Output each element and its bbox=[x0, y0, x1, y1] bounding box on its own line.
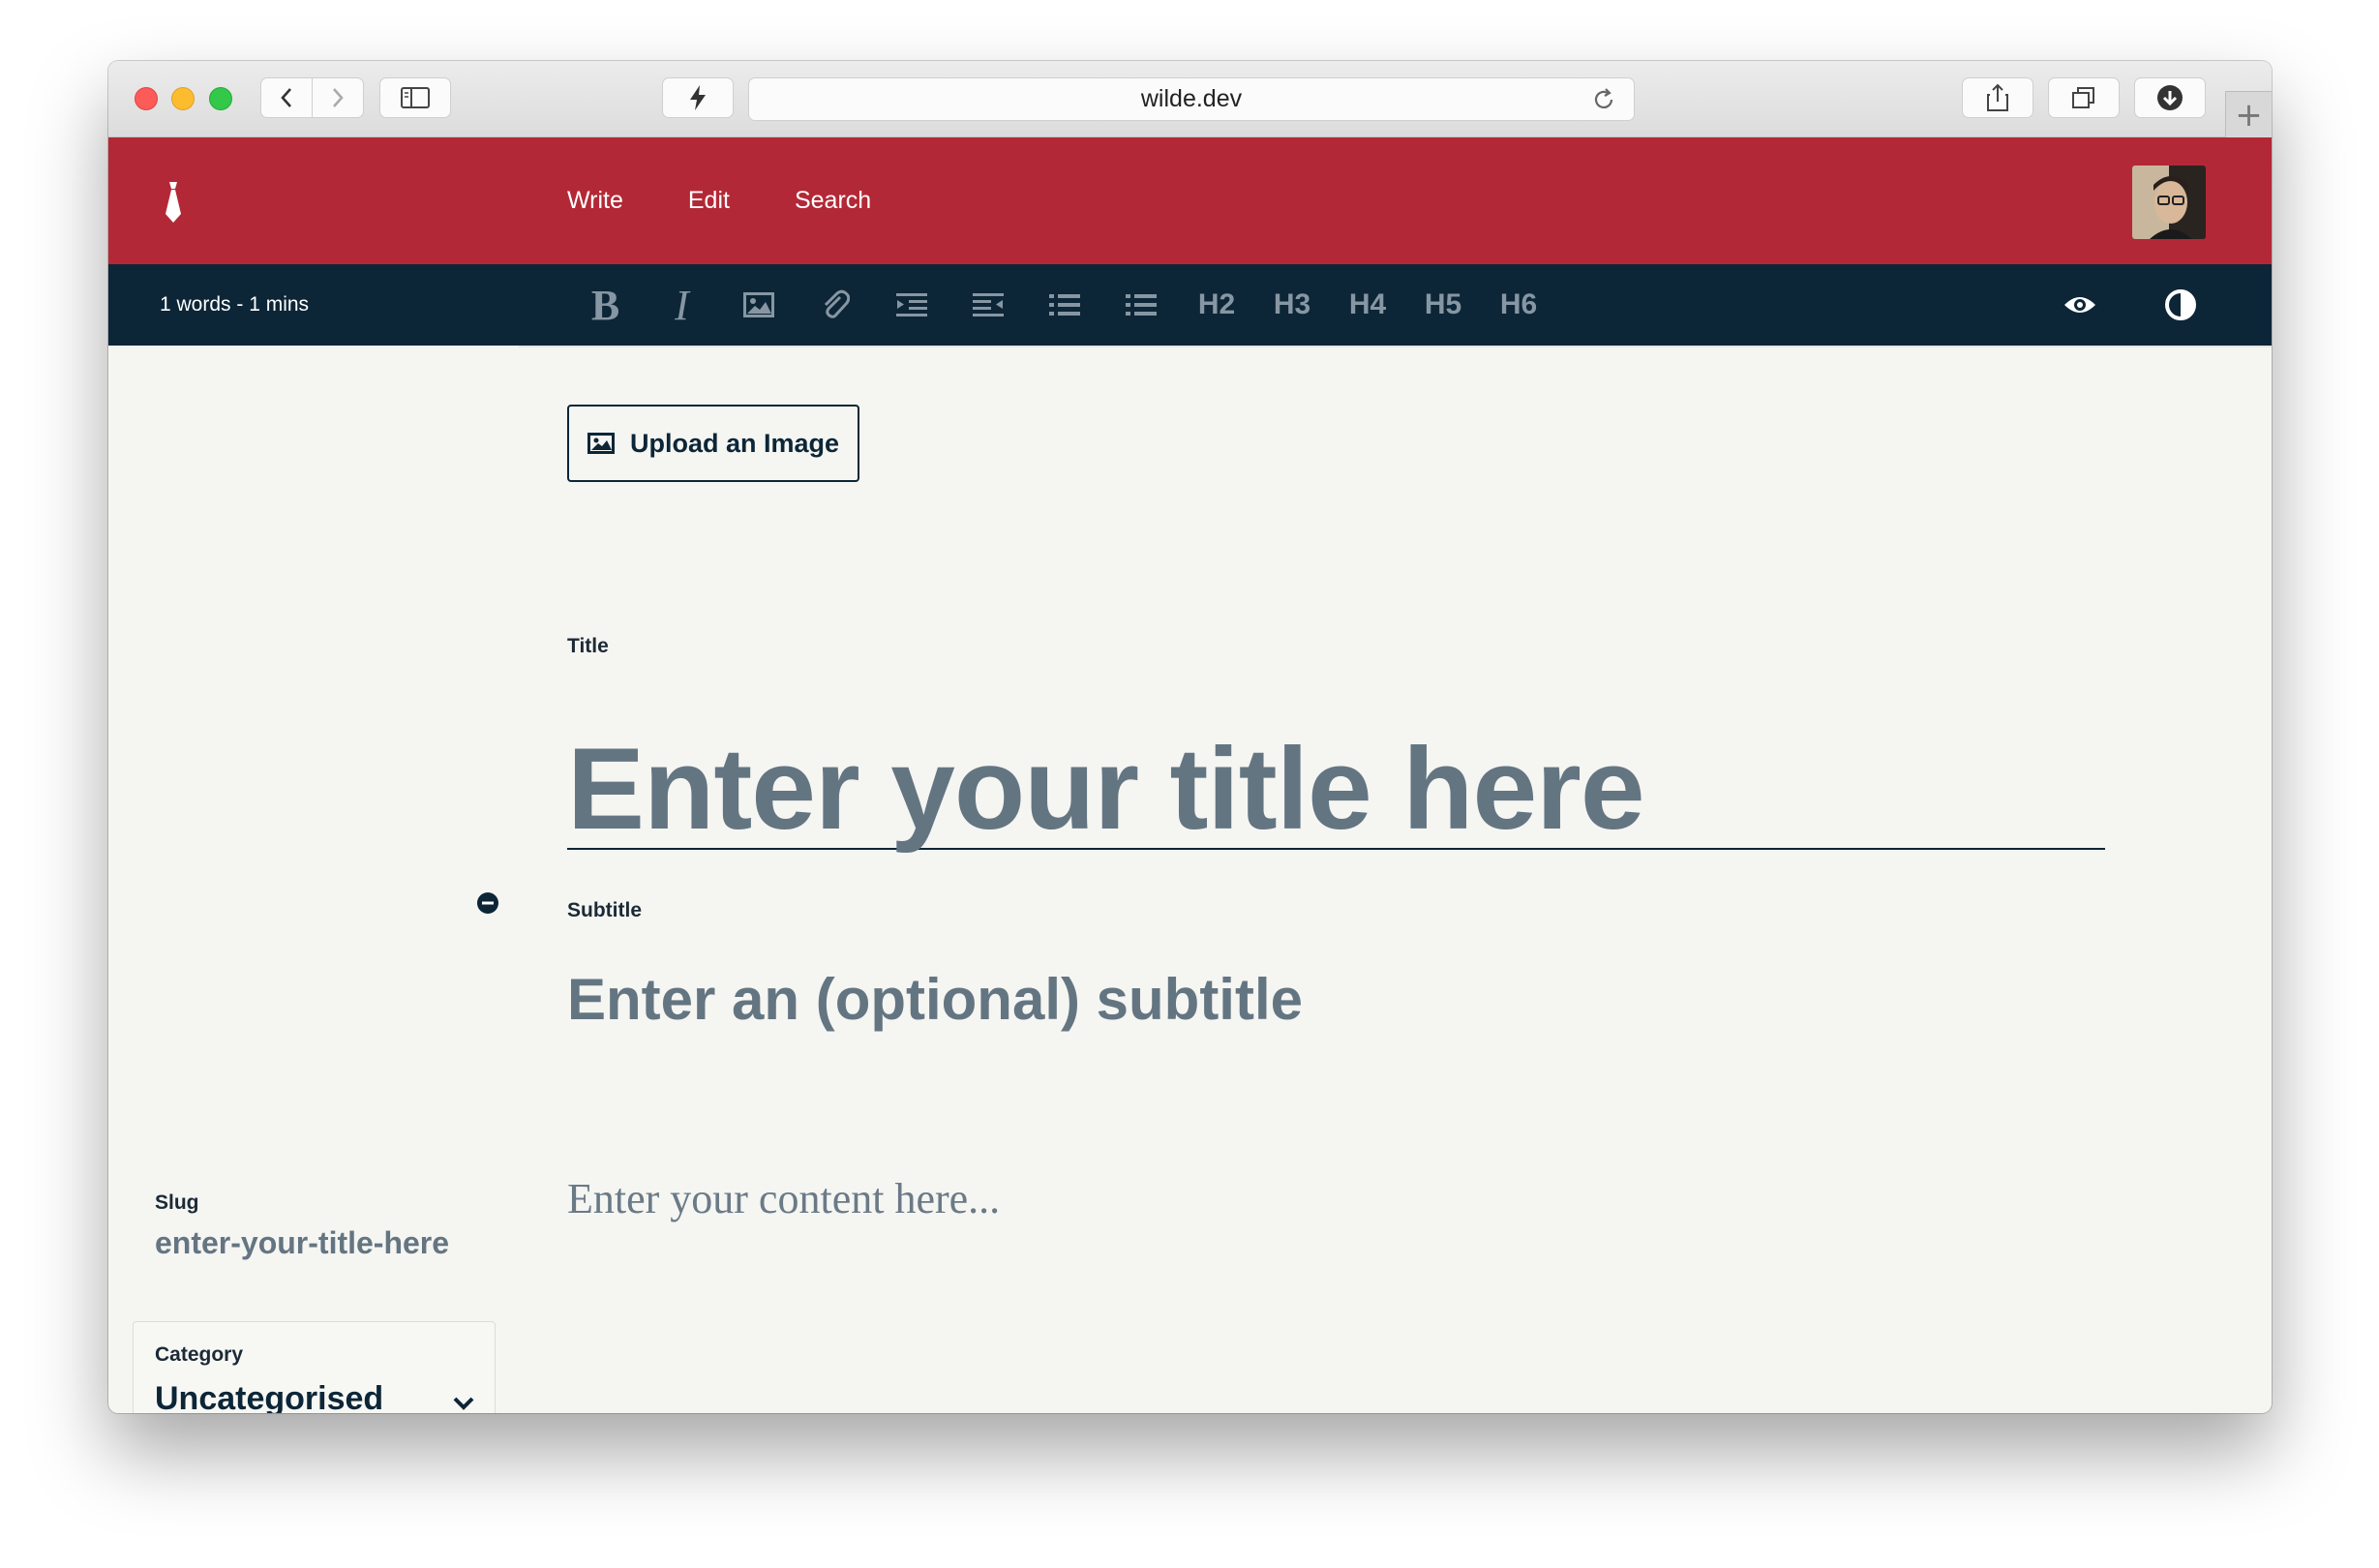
tabs-icon bbox=[2072, 87, 2094, 108]
outdent-icon bbox=[972, 293, 1004, 317]
subtitle-input[interactable]: Enter an (optional) subtitle bbox=[567, 966, 1303, 1033]
indent-button[interactable] bbox=[873, 264, 949, 346]
numbered-list-icon bbox=[1125, 294, 1157, 316]
bullet-list-button[interactable] bbox=[1026, 264, 1102, 346]
nav-edit[interactable]: Edit bbox=[688, 187, 730, 215]
slug-input[interactable]: enter-your-title-here bbox=[155, 1225, 449, 1261]
maximize-window-button[interactable] bbox=[209, 87, 232, 110]
lightning-icon bbox=[690, 85, 706, 110]
heading-h3-button[interactable]: H3 bbox=[1254, 264, 1330, 346]
remove-subtitle-icon[interactable] bbox=[476, 891, 499, 920]
upload-image-label: Upload an Image bbox=[629, 428, 840, 458]
new-tab-button[interactable]: + bbox=[2225, 91, 2272, 137]
insert-image-button[interactable] bbox=[720, 264, 797, 346]
view-tools bbox=[2030, 264, 2231, 346]
image-icon bbox=[587, 433, 615, 454]
title-input[interactable]: Enter your title here bbox=[567, 729, 2105, 850]
heading-h2-button[interactable]: H2 bbox=[1179, 264, 1254, 346]
paperclip-icon bbox=[824, 289, 850, 318]
url-text: wilde.dev bbox=[1140, 85, 1243, 112]
heading-h4-button[interactable]: H4 bbox=[1330, 264, 1405, 346]
eye-icon bbox=[2064, 297, 2095, 313]
nav-write[interactable]: Write bbox=[567, 187, 623, 215]
image-icon bbox=[742, 292, 774, 317]
close-window-button[interactable] bbox=[135, 87, 158, 110]
tie-logo-icon[interactable] bbox=[162, 181, 185, 228]
italic-button[interactable]: I bbox=[644, 264, 720, 346]
category-value: Uncategorised bbox=[155, 1380, 384, 1413]
reload-icon[interactable] bbox=[1591, 87, 1616, 112]
subtitle-label: Subtitle bbox=[567, 899, 642, 921]
forward-button[interactable] bbox=[312, 77, 364, 118]
toolbar-divider bbox=[519, 346, 2272, 347]
app-header: Write Edit Search bbox=[108, 137, 2272, 264]
indent-icon bbox=[895, 293, 927, 317]
content-input[interactable]: Enter your content here... bbox=[567, 1174, 1000, 1223]
sidebar-icon bbox=[401, 87, 430, 108]
address-bar[interactable]: wilde.dev bbox=[748, 77, 1635, 121]
browser-window: wilde.dev + Write Edit Search 1 words - … bbox=[108, 61, 2272, 1413]
heading-h6-button[interactable]: H6 bbox=[1481, 264, 1556, 346]
chevron-left-icon bbox=[281, 88, 291, 107]
chevron-right-icon bbox=[333, 88, 344, 107]
downloads-button[interactable] bbox=[2134, 77, 2206, 118]
user-avatar[interactable] bbox=[2132, 166, 2206, 239]
attach-button[interactable] bbox=[797, 264, 873, 346]
tabs-overview-button[interactable] bbox=[2048, 77, 2120, 118]
share-icon bbox=[1987, 83, 2008, 111]
browser-toolbar: wilde.dev + bbox=[108, 61, 2272, 137]
upload-image-button[interactable]: Upload an Image bbox=[567, 405, 859, 482]
share-button[interactable] bbox=[1962, 77, 2033, 118]
preview-button[interactable] bbox=[2030, 264, 2130, 346]
minimize-window-button[interactable] bbox=[171, 87, 195, 110]
bold-button[interactable]: B bbox=[567, 264, 644, 346]
title-label: Title bbox=[567, 635, 609, 657]
heading-h5-button[interactable]: H5 bbox=[1405, 264, 1481, 346]
bullet-list-icon bbox=[1048, 294, 1080, 316]
word-count: 1 words - 1 mins bbox=[160, 293, 310, 316]
main-nav: Write Edit Search bbox=[567, 137, 936, 264]
outdent-button[interactable] bbox=[949, 264, 1026, 346]
formatting-tools: B I H2 H3 H4 H5 H6 bbox=[567, 264, 1556, 346]
contrast-toggle-button[interactable] bbox=[2130, 264, 2231, 346]
chevron-down-icon bbox=[453, 1397, 474, 1410]
numbered-list-button[interactable] bbox=[1102, 264, 1179, 346]
sidebar-toggle-button[interactable] bbox=[379, 77, 451, 118]
reader-lightning-button[interactable] bbox=[662, 77, 734, 118]
editor-toolbar: 1 words - 1 mins B I H2 H3 H4 H5 H6 bbox=[108, 264, 2272, 346]
category-label: Category bbox=[155, 1343, 244, 1366]
slug-label: Slug bbox=[155, 1191, 199, 1214]
download-icon bbox=[2157, 85, 2183, 110]
contrast-icon bbox=[2165, 289, 2196, 320]
nav-search[interactable]: Search bbox=[795, 187, 871, 215]
category-select[interactable]: Category Uncategorised bbox=[133, 1321, 496, 1413]
back-button[interactable] bbox=[260, 77, 313, 118]
